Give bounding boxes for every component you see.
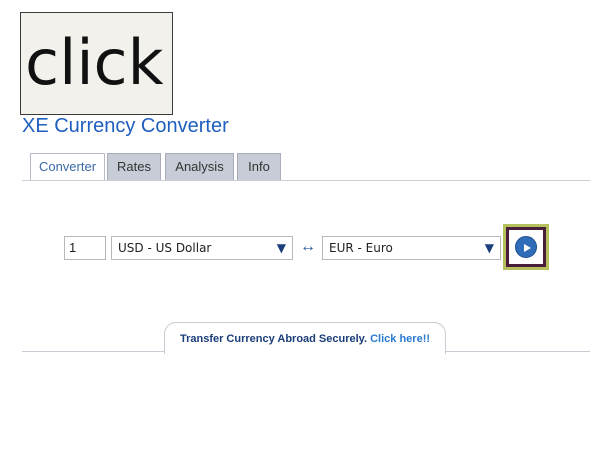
tab-info[interactable]: Info xyxy=(237,153,281,180)
transfer-banner-link[interactable]: Click here!! xyxy=(370,333,430,345)
go-button-frame xyxy=(509,230,543,264)
convert-button[interactable] xyxy=(515,236,537,258)
transfer-banner-text: Transfer Currency Abroad Securely. xyxy=(179,333,368,345)
from-currency-value: USD - US Dollar xyxy=(118,241,212,255)
swap-icon[interactable]: ↔ xyxy=(300,236,316,258)
highlight-box xyxy=(503,224,549,270)
click-instruction-box: click xyxy=(20,12,173,115)
chevron-down-icon: ▼ xyxy=(484,241,494,255)
tab-converter[interactable]: Converter xyxy=(30,153,105,181)
transfer-banner: Transfer Currency Abroad Securely. Click… xyxy=(164,322,446,354)
chevron-down-icon: ▼ xyxy=(276,241,286,255)
page-title: XE Currency Converter xyxy=(22,115,229,137)
to-currency-select[interactable]: EUR - Euro ▼ xyxy=(322,236,501,260)
play-icon xyxy=(524,244,531,252)
panel-divider xyxy=(22,180,590,181)
tab-analysis[interactable]: Analysis xyxy=(165,153,234,180)
click-instruction-text: click xyxy=(25,26,164,99)
tab-rates[interactable]: Rates xyxy=(107,153,161,180)
to-currency-value: EUR - Euro xyxy=(329,241,393,255)
amount-input[interactable]: 1 xyxy=(64,236,106,260)
from-currency-select[interactable]: USD - US Dollar ▼ xyxy=(111,236,293,260)
